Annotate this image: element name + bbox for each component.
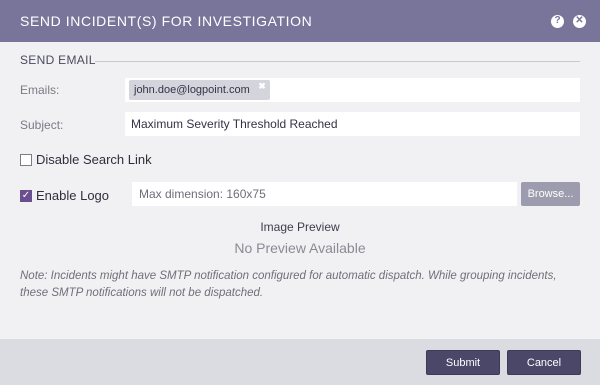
dialog-title: SEND INCIDENT(S) FOR INVESTIGATION: [20, 13, 313, 29]
disable-search-link-label: Disable Search Link: [36, 152, 152, 167]
submit-button[interactable]: Submit: [426, 350, 500, 375]
close-icon[interactable]: ✕: [573, 14, 586, 28]
dialog-header: SEND INCIDENT(S) FOR INVESTIGATION ? ✕: [0, 0, 600, 42]
disable-search-link-checkbox[interactable]: [20, 153, 32, 166]
enable-logo-row: ✓ Enable Logo: [20, 188, 109, 203]
section-title: SEND EMAIL: [20, 53, 96, 67]
enable-logo-label: Enable Logo: [36, 188, 110, 203]
emails-field[interactable]: john.doe@logpoint.com ✖: [125, 78, 580, 102]
cancel-button[interactable]: Cancel: [507, 350, 581, 375]
remove-chip-icon[interactable]: ✖: [258, 81, 266, 92]
help-icon[interactable]: ?: [551, 14, 564, 28]
subject-label: Subject:: [20, 118, 64, 132]
smtp-note: Note: Incidents might have SMTP notifica…: [20, 270, 557, 299]
no-preview-text: No Preview Available: [234, 240, 366, 256]
email-chip-text: john.doe@logpoint.com: [134, 84, 250, 96]
disable-search-link-row: Disable Search Link: [20, 152, 152, 167]
send-incidents-dialog: SEND INCIDENT(S) FOR INVESTIGATION ? ✕ S…: [0, 0, 600, 385]
email-chip: john.doe@logpoint.com ✖: [129, 80, 270, 100]
emails-label: Emails:: [20, 83, 60, 97]
logo-path-input[interactable]: Max dimension: 160x75: [132, 182, 517, 206]
logo-placeholder: Max dimension: 160x75: [139, 187, 266, 201]
subject-value: Maximum Severity Threshold Reached: [131, 117, 338, 131]
section-divider: [95, 61, 580, 62]
subject-input[interactable]: Maximum Severity Threshold Reached: [125, 112, 580, 136]
header-icons: ? ✕: [551, 14, 586, 28]
browse-button[interactable]: Browse...: [521, 182, 580, 206]
enable-logo-checkbox[interactable]: ✓: [20, 189, 32, 202]
image-preview-title: Image Preview: [260, 220, 340, 234]
